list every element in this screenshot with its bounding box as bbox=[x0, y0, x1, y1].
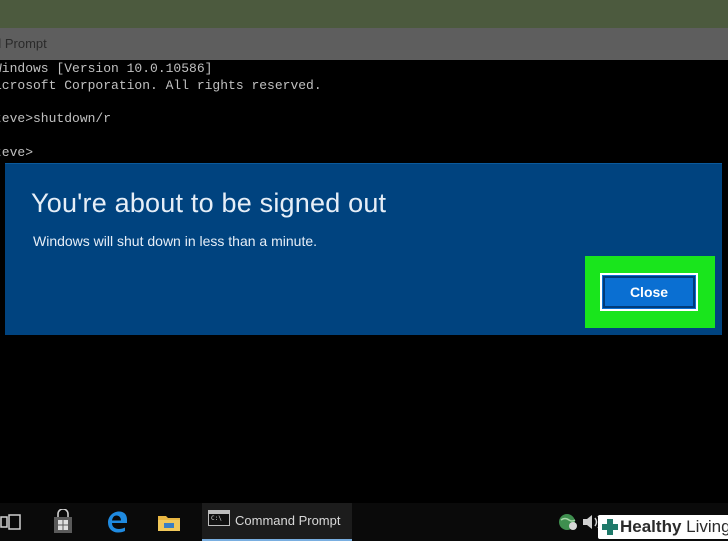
svg-text:C:\: C:\ bbox=[211, 515, 222, 522]
window-title: d Prompt bbox=[0, 36, 47, 51]
dialog-message: Windows will shut down in less than a mi… bbox=[33, 233, 318, 249]
close-button[interactable]: Close bbox=[600, 273, 698, 311]
console-line: teve> bbox=[0, 145, 34, 160]
console-line: icrosoft Corporation. All rights reserve… bbox=[0, 78, 322, 93]
taskbar-item-label: Command Prompt bbox=[235, 513, 341, 528]
task-view-icon[interactable] bbox=[0, 509, 26, 535]
dialog-title: You're about to be signed out bbox=[31, 188, 387, 218]
window-titlebar[interactable]: d Prompt bbox=[0, 28, 728, 60]
watermark-bold: Healthy bbox=[620, 517, 682, 536]
network-icon[interactable] bbox=[556, 509, 582, 535]
console-line: teve>shutdown/r bbox=[0, 111, 112, 126]
store-icon[interactable] bbox=[50, 508, 76, 535]
plus-icon bbox=[601, 518, 619, 541]
healthy-living-watermark: Healthy Living bbox=[598, 515, 728, 539]
desktop-background bbox=[0, 0, 728, 28]
file-explorer-icon[interactable] bbox=[156, 509, 182, 535]
console-line: Windows [Version 10.0.10586] bbox=[0, 61, 213, 76]
command-prompt-icon: C:\ bbox=[208, 510, 230, 526]
watermark-text: Healthy Living bbox=[620, 517, 728, 536]
edge-icon[interactable] bbox=[104, 509, 130, 535]
watermark-thin: Living bbox=[686, 517, 728, 536]
taskbar-item-command-prompt[interactable]: C:\ Command Prompt bbox=[202, 503, 352, 541]
